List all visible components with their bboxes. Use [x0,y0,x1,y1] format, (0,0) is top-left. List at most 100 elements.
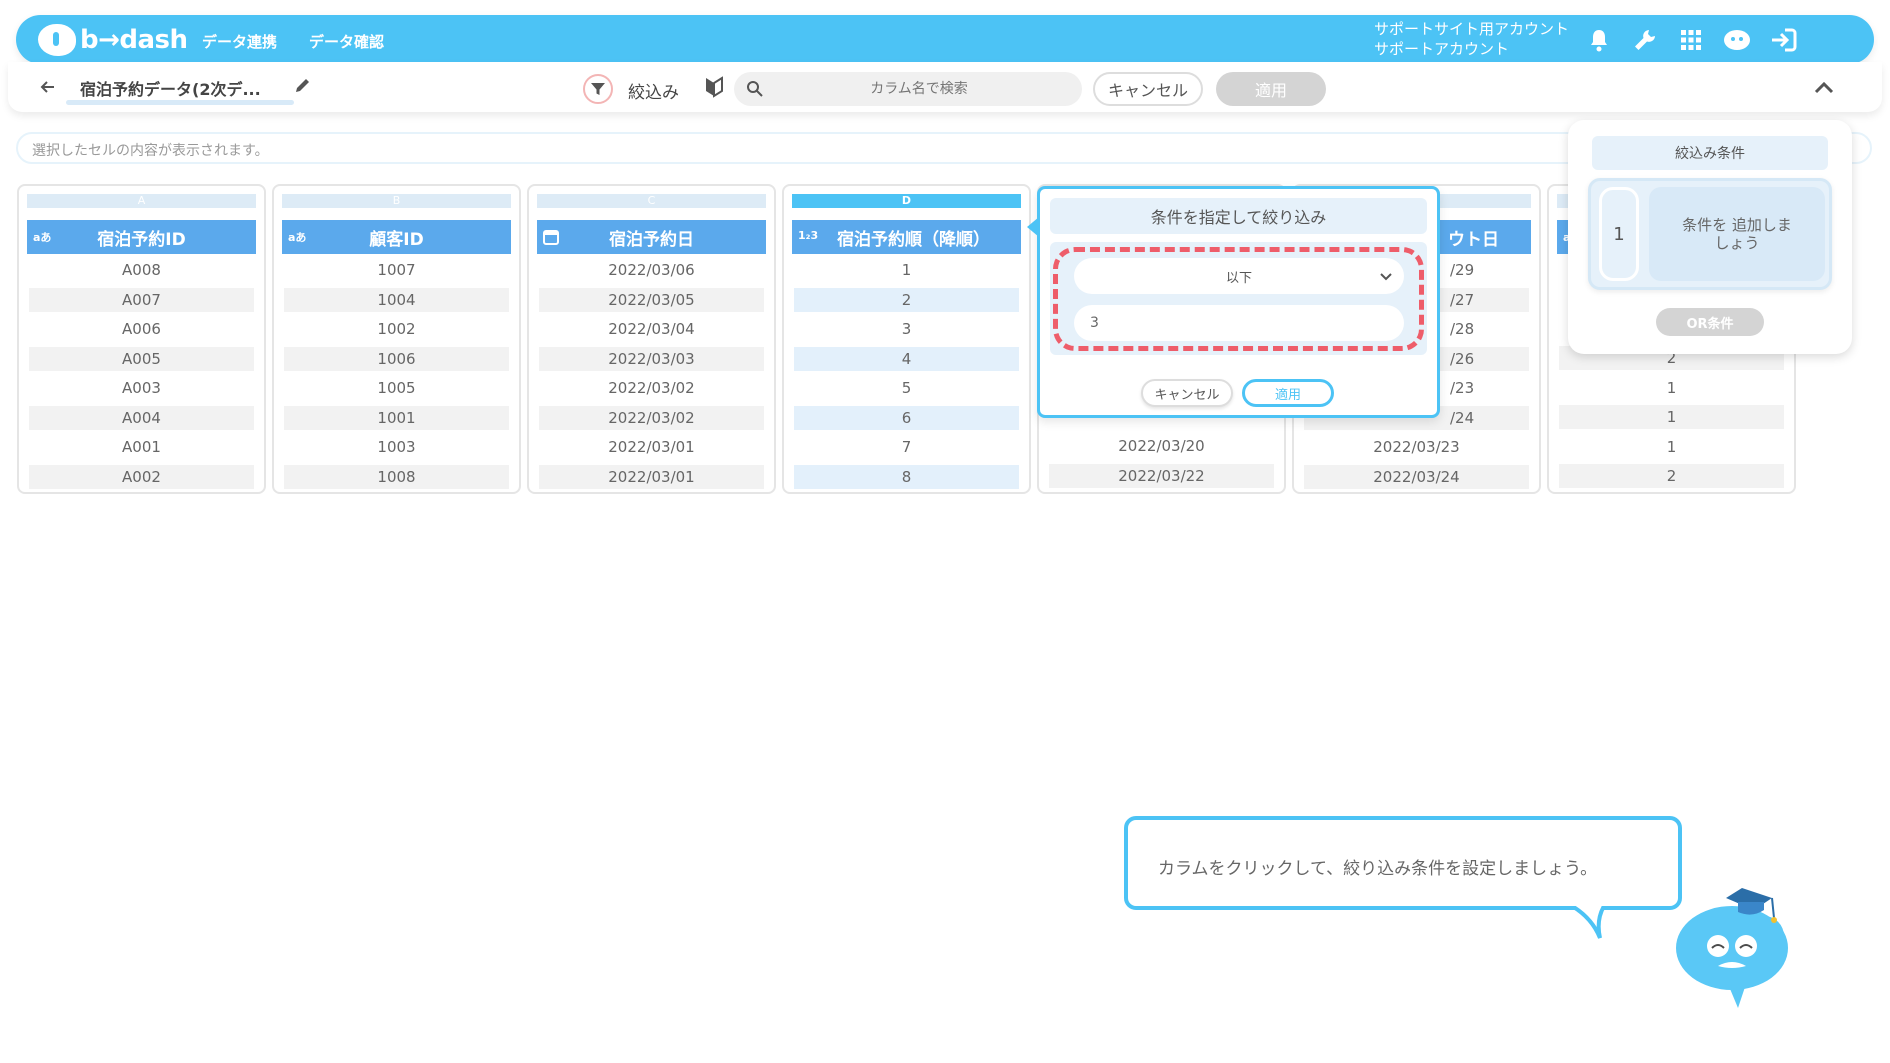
edit-pencil-icon[interactable] [294,76,312,94]
column-header[interactable]: aあ 顧客ID [282,220,511,254]
beginner-mark-icon[interactable] [704,76,724,98]
apps-grid-icon[interactable] [1676,25,1706,55]
condition-card[interactable]: 1 条件を 追加しましょう [1588,178,1832,290]
table-cell[interactable]: 2022/03/01 [539,435,764,459]
mascot-help-icon[interactable] [1722,25,1752,55]
popover-apply-button[interactable]: 適用 [1242,379,1334,407]
table-cell[interactable]: 1 [1559,376,1784,400]
number-type-icon: 1₂3 [798,229,819,242]
table-cell[interactable]: A008 [29,258,254,282]
column-letter: D [792,194,1021,208]
filter-label: 絞込み [628,83,679,103]
tutorial-tip-bubble: カラムをクリックして、絞り込み条件を設定しましょう。 [1124,816,1682,939]
column-header-label: 顧客ID [369,229,424,250]
dataset-name-underline [66,100,294,105]
column-header-label: 宿泊予約ID [97,229,186,250]
table-cell[interactable]: A001 [29,435,254,459]
table-cell[interactable]: 2022/03/24 [1304,464,1529,489]
column-header[interactable]: aあ 宿泊予約ID [27,220,256,254]
operator-select[interactable]: 以下 [1074,258,1404,294]
column-c[interactable]: C 宿泊予約日 2022/03/06 2022/03/05 2022/03/04… [527,184,776,494]
tip-pointer [1570,906,1606,939]
table-cell[interactable]: 1003 [284,435,509,459]
table-cell[interactable]: A004 [29,405,254,430]
logo-text: b→dash [80,25,188,55]
filter-conditions-panel: 絞込み条件 1 条件を 追加しましょう OR条件 [1568,120,1852,354]
table-cell[interactable]: 1002 [284,317,509,341]
column-header-label: 宿泊予約日 [609,229,694,250]
account-name: サポートサイト用アカウント [1374,20,1570,38]
tip-text: カラムをクリックして、絞り込み条件を設定しましょう。 [1158,859,1598,879]
add-condition-prompt[interactable]: 条件を 追加しましょう [1649,187,1825,281]
cancel-button[interactable]: キャンセル [1093,72,1203,106]
search-icon [746,80,764,98]
apply-button[interactable]: 適用 [1216,72,1326,106]
bdash-logo[interactable]: b→dash [38,22,188,58]
filter-condition-popover: 条件を指定して絞り込み 以下 キャンセル 適用 [1027,186,1440,418]
cell-content-placeholder: 選択したセルの内容が表示されます。 [32,143,269,159]
column-header-label: 宿泊予約順（降順） [837,229,990,250]
mascot-character [1668,876,1808,1016]
table-cell[interactable]: A007 [29,287,254,312]
popover-cancel-button[interactable]: キャンセル [1141,379,1233,407]
table-cell[interactable]: 2022/03/01 [539,464,764,489]
table-cell[interactable]: 2022/03/02 [539,376,764,400]
dataset-name[interactable]: 宿泊予約データ(2次デ... [80,76,261,100]
table-cell[interactable]: 1007 [284,258,509,282]
table-cell[interactable]: A005 [29,346,254,371]
table-cell[interactable]: 1001 [284,405,509,430]
table-cell[interactable]: 2022/03/06 [539,258,764,282]
wrench-icon[interactable] [1630,25,1660,55]
table-cell[interactable]: 7 [794,435,1019,459]
account-sub: サポートアカウント [1374,40,1510,58]
column-header-label: ウト日 [1448,229,1499,250]
table-cell[interactable]: A003 [29,376,254,400]
column-header[interactable]: 1₂3 宿泊予約順（降順） [792,220,1021,254]
bell-icon[interactable] [1584,25,1614,55]
table-cell[interactable]: 1006 [284,346,509,371]
table-cell[interactable]: A006 [29,317,254,341]
top-navigation-bar: b→dash データ連携 データ確認 サポートサイト用アカウント サポートアカウ… [16,15,1874,64]
search-input[interactable] [774,72,1064,106]
column-search[interactable] [734,72,1082,106]
table-cell[interactable]: 2022/03/23 [1304,435,1529,459]
table-cell[interactable]: 2 [794,287,1019,312]
table-cell[interactable]: 1004 [284,287,509,312]
column-b[interactable]: B aあ 顧客ID 1007 1004 1002 1006 1005 1001 … [272,184,521,494]
nav-data-confirm[interactable]: データ確認 [309,31,384,52]
filter-funnel-icon[interactable] [583,74,613,104]
table-cell[interactable]: 2022/03/04 [539,317,764,341]
table-cell[interactable]: 2022/03/02 [539,405,764,430]
column-letter: C [537,194,766,208]
table-cell[interactable]: 8 [794,464,1019,489]
table-cell[interactable]: 1 [1559,405,1784,429]
table-cell[interactable]: 1005 [284,376,509,400]
table-cell[interactable]: 1 [1559,435,1784,459]
logout-icon[interactable] [1768,25,1798,55]
table-cell[interactable]: 1008 [284,464,509,489]
conditions-title: 絞込み条件 [1592,136,1828,170]
condition-value-input[interactable] [1074,305,1404,341]
table-cell[interactable]: 5 [794,376,1019,400]
back-arrow-icon[interactable] [38,77,58,97]
nav-data-integration[interactable]: データ連携 [202,31,277,52]
table-cell[interactable]: 1 [794,258,1019,282]
table-cell[interactable]: 6 [794,405,1019,430]
table-cell[interactable]: 2022/03/05 [539,287,764,312]
popover-title: 条件を指定して絞り込み [1050,198,1427,234]
table-cell[interactable]: 4 [794,346,1019,371]
column-a[interactable]: A aあ 宿泊予約ID A008 A007 A006 A005 A003 A00… [17,184,266,494]
text-type-icon: aあ [33,231,52,244]
chevron-up-icon[interactable] [1812,76,1836,100]
table-cell[interactable]: A002 [29,464,254,489]
table-cell[interactable]: 2022/03/22 [1049,463,1274,488]
column-header[interactable]: 宿泊予約日 [537,220,766,254]
column-d[interactable]: D 1₂3 宿泊予約順（降順） 1 2 3 4 5 6 7 8 [782,184,1031,494]
table-cell[interactable]: 2022/03/03 [539,346,764,371]
table-cell[interactable]: 2022/03/20 [1049,434,1274,458]
table-cell[interactable]: 3 [794,317,1019,341]
calendar-icon [542,228,560,246]
account-info[interactable]: サポートサイト用アカウント サポートアカウント [1374,19,1569,59]
or-condition-button[interactable]: OR条件 [1656,308,1764,336]
table-cell[interactable]: 2 [1559,464,1784,488]
